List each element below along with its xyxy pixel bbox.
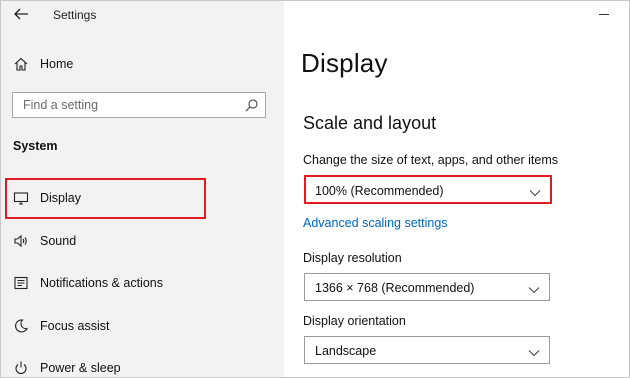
sidebar-item-label: Sound <box>40 234 77 248</box>
search-input[interactable]: Find a setting <box>12 92 266 118</box>
resolution-value: 1366 × 768 (Recommended) <box>315 281 475 295</box>
minimize-icon[interactable] <box>599 14 609 15</box>
sidebar-item-focus-assist[interactable]: Focus assist <box>13 315 109 337</box>
sidebar-item-home[interactable]: Home <box>13 53 73 75</box>
sidebar-home-label: Home <box>40 57 74 71</box>
search-icon[interactable] <box>244 98 259 113</box>
sidebar-item-notifications[interactable]: Notifications & actions <box>13 272 163 294</box>
section-heading-system: System <box>13 139 58 153</box>
home-icon <box>13 56 29 72</box>
section-title: Scale and layout <box>303 113 437 133</box>
resolution-label: Display resolution <box>303 251 402 265</box>
back-arrow-icon[interactable] <box>11 5 31 23</box>
orientation-label: Display orientation <box>303 314 406 328</box>
display-highlight-box <box>5 178 206 219</box>
page-title: Display <box>301 48 388 78</box>
sidebar-item-power-sleep[interactable]: Power & sleep <box>13 357 121 377</box>
chevron-down-icon <box>528 185 542 197</box>
chevron-down-icon <box>527 282 541 294</box>
sidebar: Settings Home Find a setting System Disp… <box>1 1 284 377</box>
scale-dropdown[interactable]: 100% (Recommended) <box>304 175 552 204</box>
orientation-dropdown[interactable]: Landscape <box>304 336 550 364</box>
scale-label: Change the size of text, apps, and other… <box>303 153 559 167</box>
advanced-scaling-link[interactable]: Advanced scaling settings <box>303 216 448 230</box>
scale-value: 100% (Recommended) <box>315 184 444 198</box>
orientation-value: Landscape <box>315 344 377 358</box>
sidebar-item-label: Focus assist <box>40 319 110 333</box>
search-placeholder: Find a setting <box>23 98 99 112</box>
notification-icon <box>13 275 29 291</box>
sidebar-item-label: Notifications & actions <box>40 276 163 290</box>
chevron-down-icon <box>527 345 541 357</box>
moon-icon <box>13 318 29 334</box>
speaker-icon <box>13 233 29 249</box>
sidebar-item-sound[interactable]: Sound <box>13 230 76 252</box>
power-icon <box>13 360 29 376</box>
settings-window: Settings Home Find a setting System Disp… <box>0 0 630 378</box>
app-title: Settings <box>53 8 97 22</box>
sidebar-item-label: Power & sleep <box>40 361 121 375</box>
resolution-dropdown[interactable]: 1366 × 768 (Recommended) <box>304 273 550 301</box>
